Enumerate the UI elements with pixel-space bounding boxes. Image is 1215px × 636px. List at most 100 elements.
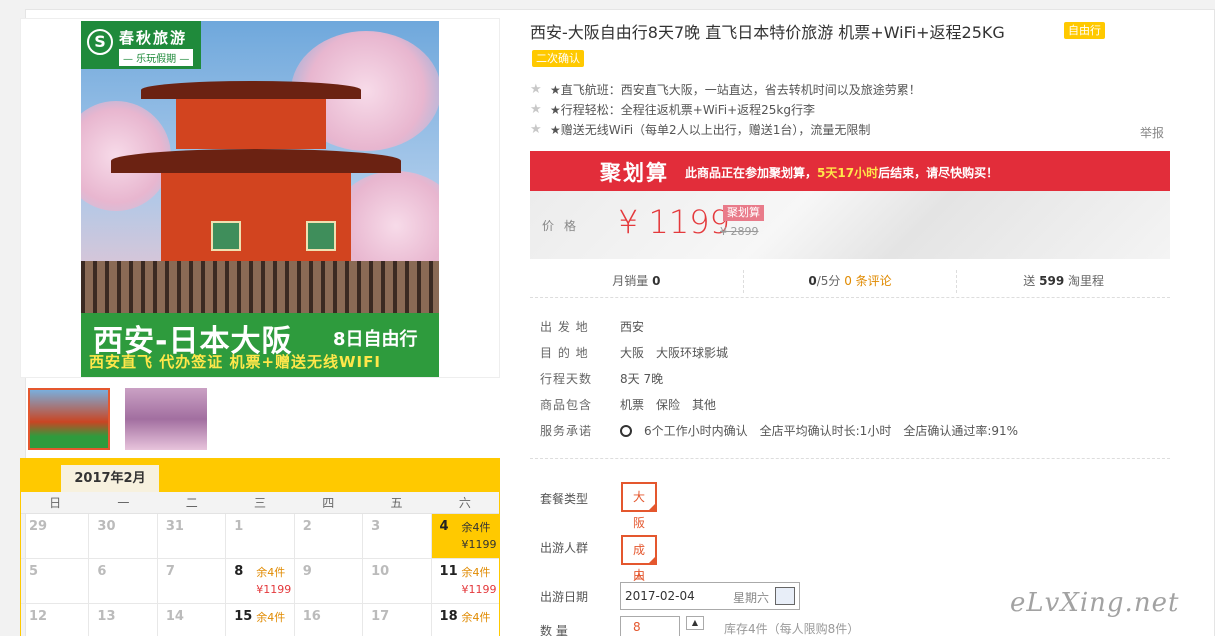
brand-logo-mark: S [87,29,113,55]
star-icon: ★ [530,122,542,137]
weekday: 一 [117,496,130,510]
points-prefix: 送 [1023,274,1036,288]
crowd-label: 出游人群 [540,541,589,555]
calendar-day-number: 3 [371,519,381,534]
thumbnail-1[interactable] [28,388,110,450]
calendar-day[interactable]: 8 余4件 ¥1199 [226,559,295,603]
calendar-day-number: 16 [302,609,321,624]
feature-item: ★ ★赠送无线WiFi（每单2人以上出行，赠送1台），流量无限制 [530,120,921,140]
pagoda-roof [111,149,401,173]
quantity-input[interactable] [620,616,680,636]
date-value: 2017-02-04 [625,589,695,603]
calendar-day: 29 [21,514,90,558]
feature-text: ★直飞航班：西安直飞大阪，一站直达，省去转机时间以及旅途劳累！ [550,83,921,97]
calendar-day-number: 5 [29,564,39,579]
reviews-link[interactable]: 0 条评论 [844,274,891,288]
monthly-sales-label: 月销量 [612,274,649,288]
info-value-item: 全店确认通过率:91% [903,424,1019,438]
info-key: 行程天数 [540,372,593,386]
info-value: 6个工作小时内确认 全店平均确认时长:1小时 全店确认通过率:91% [620,418,1030,444]
monthly-sales: 月销量 0 [530,270,744,293]
info-value-item: 全店平均确认时长:1小时 [759,424,892,438]
calendar-day-stock: 余4件 [461,521,491,534]
calendar-day-number: 14 [165,609,184,624]
calendar-day: 12 [21,604,90,636]
calendar-day-price: ¥1199 [256,583,292,596]
feature-text: ★行程轻松：全程往返机票+WiFi+返程25kg行李 [550,103,816,117]
quantity-up-button[interactable]: ▲ [686,616,704,630]
calendar-day-number: 2 [302,519,312,534]
calendar-day[interactable]: 18 余4件 [432,604,499,636]
check-circle-icon [620,425,632,437]
rating-value: 0 [808,274,817,288]
juhuasuan-badge: 聚划算 [723,205,764,221]
watermark: eLvXing.net [1010,588,1180,618]
info-duration: 行程天数 8天 7晚 [540,366,1030,392]
stats-bar: 月销量 0 0/5分 0 条评论 送 599 淘里程 [530,266,1170,298]
calendar-day-number: 8 [234,564,244,579]
points-value: 599 [1039,274,1065,288]
juhuasuan-countdown: 此商品正在参加聚划算，5天17小时后结束，请尽快购买！ [685,164,998,181]
report-link[interactable]: 举报 [1140,124,1164,141]
package-label: 套餐类型 [540,492,589,506]
calendar-day-number: 7 [165,564,175,579]
info-key: 商品包含 [540,398,593,412]
feature-text: ★赠送无线WiFi（每单2人以上出行，赠送1台），流量无限制 [550,123,871,137]
pagoda-roof [141,81,361,99]
info-value-item: 其他 [692,398,717,412]
weekday: 四 [322,496,335,510]
info-value-item: 保险 [656,398,681,412]
wooden-fence [81,261,439,315]
calendar-day-number: 4 [439,519,449,534]
calendar-body: 29 30 31 1 2 3 4 余4件 ¥1199 5 6 7 8 余4件 ¥1199 9 10 11 余4件 ¥1… [21,514,499,636]
calendar-day-stock: 余4件 [461,611,491,624]
calendar-day-number: 12 [29,609,48,624]
calendar-month[interactable]: 2017年2月 [61,465,159,492]
calendar-day[interactable]: 4 余4件 ¥1199 [431,514,499,558]
pagoda-window [211,221,241,251]
calendar-day: 9 [295,559,364,603]
calendar-week-row: 12 13 14 15 余4件 16 17 18 余4件 [21,604,499,636]
calendar-icon[interactable] [775,587,795,605]
package-button[interactable]: 大阪自由行8天 [621,482,658,634]
ju-time-left: 5天17小时 [817,166,879,180]
calendar-day[interactable]: 11 余4件 ¥1199 [432,559,499,603]
price-label: 价格 [542,219,587,233]
info-key: 出 发 地 [540,320,589,334]
promo-banner: 西安-日本大阪 8日自由行 西安直飞 代办签证 机票+赠送无线WIFI [81,313,439,377]
info-value: 机票 保险 其他 [620,392,728,418]
price-value: ¥ 1199 [618,203,730,241]
info-value-item: 大阪环球影城 [656,346,729,360]
info-value: 大阪 大阪环球影城 [620,340,740,366]
brand-slogan: — 乐玩假期 — [119,49,194,66]
info-key: 服务承诺 [540,424,593,438]
calendar-day[interactable]: 15 余4件 [226,604,295,636]
calendar-week-row: 5 6 7 8 余4件 ¥1199 9 10 11 余4件 ¥1199 [21,559,499,604]
qty-label: 数 量 [540,624,568,636]
crowd-button[interactable]: 成人 [621,535,658,583]
product-hero-image[interactable]: S 春秋旅游 — 乐玩假期 — 西安-日本大阪 8日自由行 西安直飞 代办签证 … [81,21,439,377]
calendar-day: 17 [363,604,432,636]
product-hero-frame: S 春秋旅游 — 乐玩假期 — 西安-日本大阪 8日自由行 西安直飞 代办签证 … [20,18,500,378]
info-key: 目 的 地 [540,346,589,360]
date-label: 出游日期 [540,590,589,604]
rating-suffix: /5分 [816,274,841,288]
info-value-item: 6个工作小时内确认 [644,424,748,438]
weekday: 日 [49,496,62,510]
date-picker[interactable]: 2017-02-04 星期六 [620,582,800,610]
calendar-day-price: ¥1199 [461,538,497,551]
star-icon: ★ [530,82,542,97]
feature-list: ★ ★直飞航班：西安直飞大阪，一站直达，省去转机时间以及旅途劳累！ ★ ★行程轻… [530,80,921,140]
pagoda-window [306,221,336,251]
calendar-day: 3 [363,514,432,558]
calendar-day-number: 29 [29,519,48,534]
price-calendar: 2017年2月 日 一 二 三 四 五 六 29 30 31 1 2 3 4 余4件 ¥1199… [20,458,500,636]
thumbnail-2[interactable] [125,388,207,450]
juhuasuan-banner: 聚划算 此商品正在参加聚划算，5天17小时后结束，请尽快购买！ [530,151,1170,191]
calendar-day: 10 [363,559,432,603]
divider [530,458,1170,459]
calendar-day: 7 [158,559,227,603]
calendar-day-number: 18 [439,609,458,624]
calendar-day-stock: 余4件 [256,566,286,579]
calendar-day-number: 30 [97,519,116,534]
